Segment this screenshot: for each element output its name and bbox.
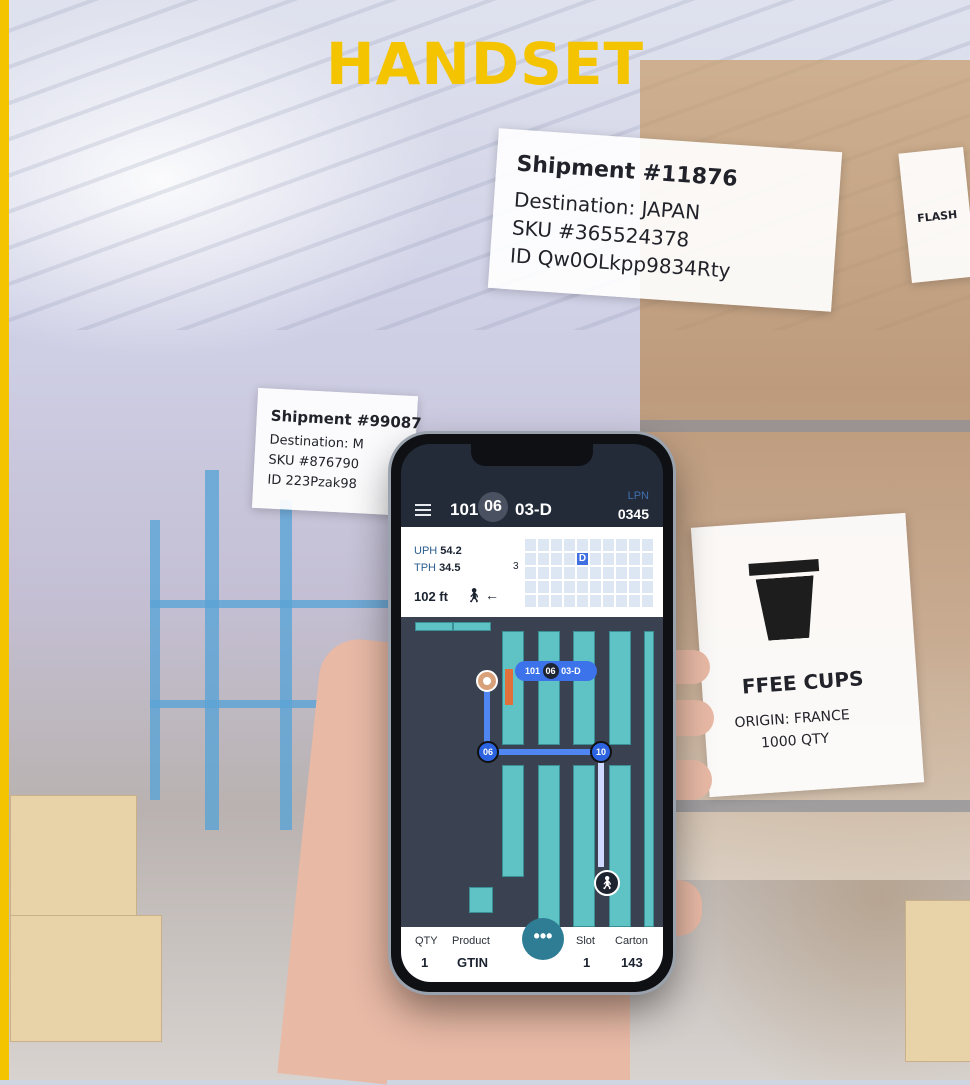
arrow-left-icon: ← <box>485 587 499 603</box>
qty-value: 1 <box>421 955 429 970</box>
route-segment <box>491 749 599 755</box>
uph-stat: UPH 54.2 <box>414 545 462 557</box>
map-aisle <box>573 631 595 745</box>
tph-stat: TPH 34.5 <box>414 562 461 574</box>
qty-label: QTY <box>415 935 438 947</box>
row-label: 3 <box>513 561 519 572</box>
active-slot: D <box>577 553 588 565</box>
slot-grid: D <box>525 539 653 607</box>
menu-icon[interactable] <box>415 504 431 516</box>
distance: 102 ft <box>414 589 448 604</box>
sku: SKU #876790 <box>268 452 360 473</box>
route-node-10[interactable]: 10 <box>590 741 612 763</box>
phone-notch <box>471 444 593 466</box>
quantity: 1000 QTY <box>760 730 830 752</box>
map-rack <box>415 622 453 631</box>
product-value: GTIN <box>457 955 489 970</box>
product-label: Product <box>452 935 490 947</box>
stats-panel: UPH 54.2 TPH 34.5 102 ft 🚶︎ ← 3 D <box>401 527 663 617</box>
id: ID 223Pzak98 <box>267 472 358 493</box>
map-aisle <box>573 765 595 927</box>
target-slot-marker <box>505 669 513 705</box>
shelf-beam <box>640 800 970 812</box>
flash-label: FLASH <box>898 146 970 284</box>
left-rack-post <box>280 500 292 830</box>
shipment-number: Shipment #11876 <box>515 151 739 192</box>
page-title: HANDSET <box>325 30 645 98</box>
walking-icon: 🚶︎ <box>465 587 483 603</box>
coffee-cups-label: FFEE CUPS ORIGIN: FRANCE 1000 QTY <box>690 512 925 798</box>
slot-label: Slot <box>576 935 595 947</box>
shelf-beam <box>640 420 970 432</box>
map-aisle <box>609 631 631 745</box>
shipment-number: Shipment #99087 <box>270 406 423 433</box>
cardboard-box <box>10 915 162 1042</box>
warehouse-map[interactable]: 06 10 101 06 03-D 🚶︎ <box>401 617 663 927</box>
map-aisle <box>502 765 524 877</box>
location-aisle: 101 <box>450 500 479 519</box>
route-node-06[interactable]: 06 <box>477 741 499 763</box>
accent-bar <box>0 0 9 1080</box>
map-aisle <box>609 765 631 927</box>
map-aisle <box>644 631 654 927</box>
product-name: FLASH <box>916 207 958 226</box>
map-aisle <box>538 631 560 745</box>
carton-label: Carton <box>615 935 649 947</box>
location-bay: 06 <box>478 492 508 522</box>
id: ID Qw0OLkpp9834Rty <box>509 243 732 283</box>
handset-device: 101 06 03-D LPN 0345 UPH 54.2 TPH 34.5 1… <box>391 434 673 992</box>
left-rack-beam <box>150 600 390 608</box>
app-screen: 101 06 03-D LPN 0345 UPH 54.2 TPH 34.5 1… <box>401 444 663 982</box>
map-aisle <box>538 765 560 927</box>
lpn-value: 0345 <box>617 506 649 522</box>
route-segment <box>598 757 604 867</box>
location-slot: 03-D <box>515 500 552 519</box>
left-rack-post <box>205 470 219 830</box>
more-options-button[interactable]: ••• <box>522 918 564 960</box>
map-rack <box>453 622 491 631</box>
cardboard-box <box>10 795 137 922</box>
left-rack-post <box>150 520 160 800</box>
start-node <box>476 670 498 692</box>
user-position-icon: 🚶︎ <box>594 870 620 896</box>
carton-value: 143 <box>621 955 643 970</box>
location-pill[interactable]: 101 06 03-D <box>515 661 597 681</box>
product-name: FFEE CUPS <box>741 666 865 699</box>
shipment-label-main: Shipment #11876 Destination: JAPAN SKU #… <box>487 128 843 312</box>
cup-icon <box>748 559 824 644</box>
wooden-crate <box>905 900 970 1062</box>
origin: ORIGIN: FRANCE <box>734 707 851 732</box>
slot-value: 1 <box>583 955 591 970</box>
destination: Destination: M <box>269 432 365 453</box>
map-rack <box>469 887 493 913</box>
lpn-label: LPN <box>627 490 649 502</box>
route-segment <box>484 687 490 749</box>
